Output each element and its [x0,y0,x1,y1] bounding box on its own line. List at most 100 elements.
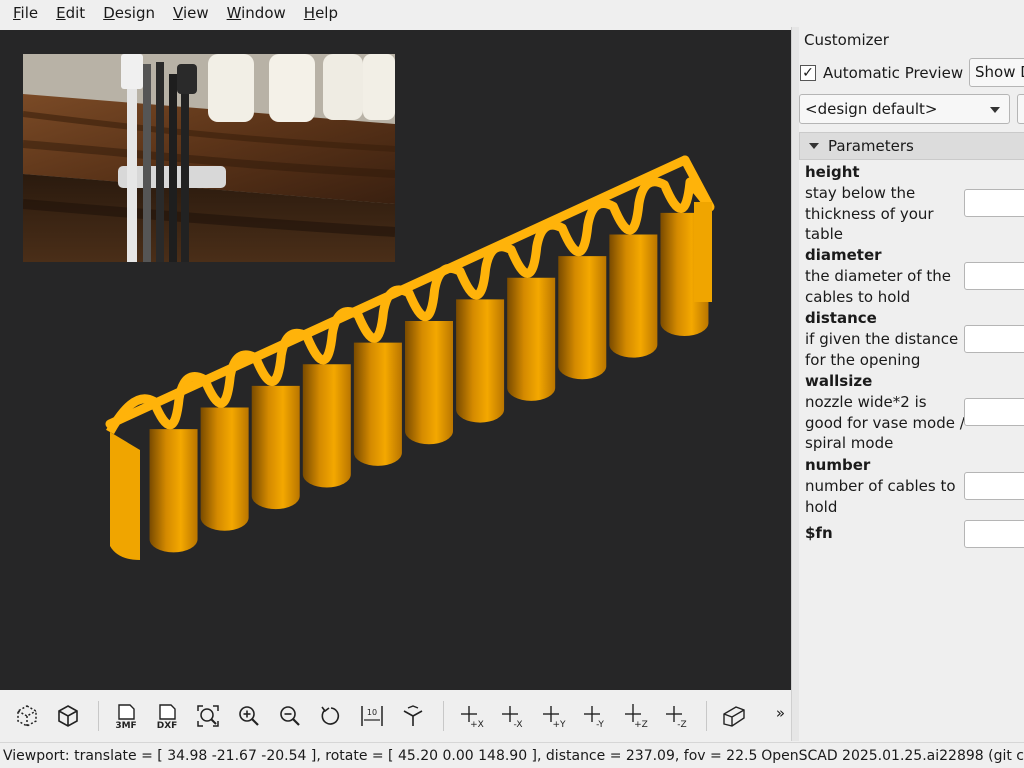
model-cylinder [456,299,505,423]
expand-triangle-icon [809,143,819,149]
axes-icon [403,705,423,726]
menu-bar: File Edit Design View Window Help [0,0,1024,27]
view-back-icon: +Y [543,706,566,730]
preset-action-button[interactable] [1017,94,1024,124]
view-perspective-button[interactable] [717,699,751,733]
show-details-dropdown[interactable]: Show D [969,58,1024,87]
param-wallsize-input[interactable] [964,398,1024,426]
export-3mf-button[interactable]: 3MF [109,699,143,733]
panel-splitter[interactable] [791,27,799,741]
export-dxf-button[interactable]: DXF [150,699,184,733]
3d-viewport[interactable] [0,30,791,690]
view-front-icon: -Y [584,706,604,730]
view-back-button[interactable]: +Y [536,699,570,733]
automatic-preview-checkbox[interactable]: ✓ [800,65,816,81]
view-right-label: +X [470,720,484,730]
scale-markers-label: 10 [367,708,377,717]
preset-select[interactable]: <design default> [799,94,1010,124]
menu-help-label: elp [315,4,338,22]
zoom-fit-icon [197,705,219,727]
zoom-out-icon [280,706,300,726]
render-button[interactable] [51,699,85,733]
export-3mf-icon: 3MF [115,704,137,730]
view-all-button[interactable] [191,699,225,733]
view-right-icon: +X [461,706,484,730]
toolbar-separator [443,701,444,731]
automatic-preview-label[interactable]: Automatic Preview [823,64,963,82]
model-cylinder [507,277,556,401]
param-description: the diameter of the cables to hold [805,267,951,306]
view-right-button[interactable]: +X [454,699,488,733]
model-cylinder [353,342,402,466]
param-distance-input[interactable] [964,325,1024,353]
param-diameter-input[interactable] [964,262,1024,290]
zoom-out-button[interactable] [273,699,307,733]
view-top-button[interactable]: +Z [618,699,652,733]
export-dxf-label: DXF [157,721,178,730]
menu-help-accel: H [303,4,316,22]
menu-help[interactable]: Help [295,0,347,27]
view-left-icon: -X [502,706,523,730]
param-diameter: diameter the diameter of the cables to h… [805,245,1024,307]
perspective-button[interactable]: 10 [355,699,389,733]
model-cylinder [302,364,351,488]
param-fn: $fn [805,520,1024,548]
version-status-text: OpenSCAD 2025.01.25.ai22898 (git c [761,747,1024,764]
viewport-toolbar: 3MF DXF 10 +X -X +Y -Y +Z -Z » [0,690,791,742]
param-number-input[interactable] [964,472,1024,500]
menu-edit-accel: E [56,4,66,22]
menu-edit[interactable]: Edit [47,0,94,27]
preset-select-value: <design default> [805,100,938,118]
render-cube-icon [58,705,78,727]
toolbar-overflow-button[interactable]: » [776,704,785,722]
cable-holder-model [105,155,715,560]
param-wallsize: wallsize nozzle wide*2 is good for vase … [805,371,1024,454]
menu-file[interactable]: File [4,0,47,27]
param-number: number number of cables to hold [805,455,1024,517]
param-description: stay below the thickness of your table [805,184,934,243]
model-cylinder [149,429,198,553]
model-body [105,155,715,560]
param-description: number of cables to hold [805,477,956,516]
model-right-end-wall [694,202,712,302]
view-front-label: -Y [596,720,604,730]
view-left-label: -X [514,720,523,730]
reset-view-button[interactable] [314,699,348,733]
menu-view-accel: V [173,4,183,22]
zoom-in-button[interactable] [232,699,266,733]
param-description: if given the distance for the opening [805,330,959,369]
menu-window-accel: W [226,4,242,22]
menu-view[interactable]: View [164,0,218,27]
menu-design-label: esign [114,4,155,22]
param-fn-input[interactable] [964,520,1024,548]
menu-window[interactable]: Window [218,0,295,27]
view-bottom-label: -Z [677,720,686,730]
status-bar: Viewport: translate = [ 34.98 -21.67 -20… [0,742,1024,768]
menu-file-accel: F [13,4,21,22]
automatic-preview-row: ✓ Automatic Preview [799,59,963,87]
parameters-section-header[interactable]: Parameters [799,132,1024,160]
model-cylinder [251,385,300,510]
view-left-button[interactable]: -X [495,699,529,733]
viewport-status-text: Viewport: translate = [ 34.98 -21.67 -20… [3,747,758,764]
menu-view-label: iew [182,4,209,22]
preview-cube-icon [17,705,37,727]
export-dxf-icon: DXF [157,704,178,730]
view-front-button[interactable]: -Y [577,699,611,733]
menu-design[interactable]: Design [94,0,164,27]
preview-button[interactable] [10,699,44,733]
chevron-down-icon [990,107,1000,113]
param-name: wallsize [805,372,873,390]
menu-window-label: indow [241,4,286,22]
view-bottom-button[interactable]: -Z [659,699,693,733]
view-top-label: +Z [634,720,648,730]
reset-view-icon [321,706,340,725]
parameters-section-label: Parameters [828,137,914,155]
param-distance: distance if given the distance for the o… [805,308,1024,370]
param-height-input[interactable] [964,189,1024,217]
show-axes-button[interactable] [396,699,430,733]
customizer-title: Customizer [804,31,889,49]
model-cylinder [200,407,249,531]
menu-edit-label: dit [65,4,86,22]
model-cylinder [558,256,607,380]
